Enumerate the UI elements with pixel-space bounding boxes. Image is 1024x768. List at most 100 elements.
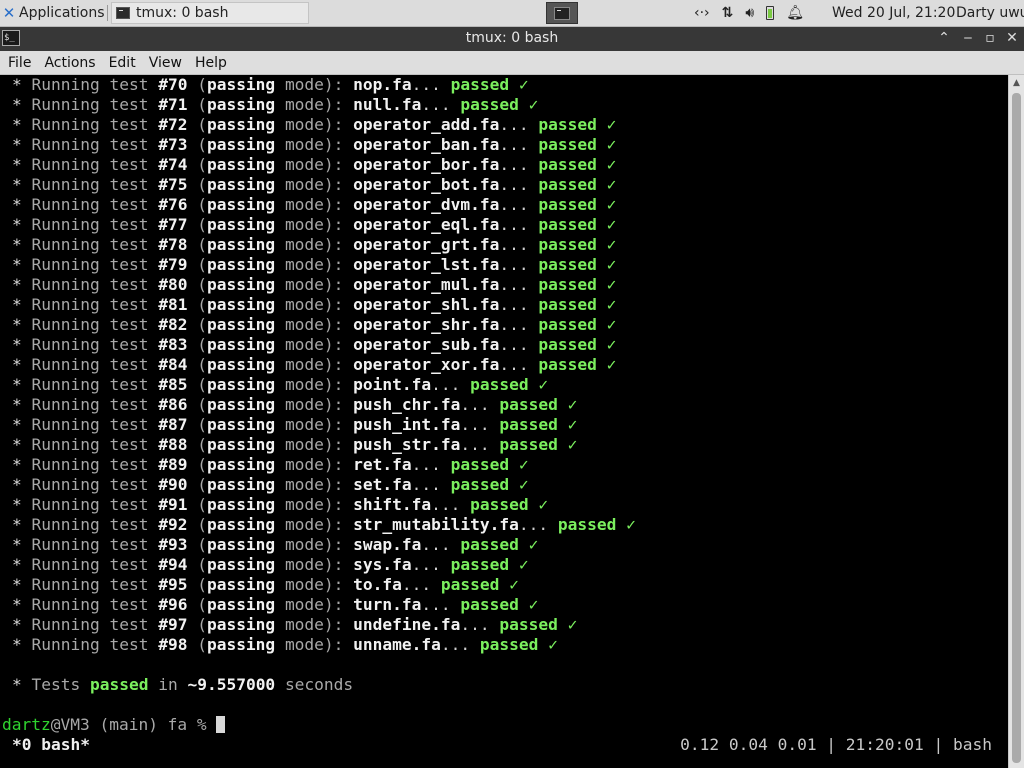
test-line: * Running test #81 (passing mode): opera… xyxy=(12,295,616,315)
mode-close: mode): xyxy=(284,75,344,94)
mode-open: ( xyxy=(197,175,207,194)
test-number: #82 xyxy=(158,315,188,334)
clock[interactable]: Wed 20 Jul, 21:20 xyxy=(832,0,955,26)
window-titlebar[interactable]: $_ tmux: 0 bash ⌃ ‒ ▫ ✕ xyxy=(0,27,1024,51)
check-icon: ✓ xyxy=(528,595,539,614)
mode-open: ( xyxy=(197,495,207,514)
bullet: * xyxy=(12,135,22,154)
mode-open: ( xyxy=(197,455,207,474)
user-menu[interactable]: Darty uwu xyxy=(956,0,1024,26)
shell-prompt[interactable]: dartz@VM3 (main) fa % xyxy=(2,715,226,735)
mode-open: ( xyxy=(197,515,207,534)
bullet: * xyxy=(12,575,22,594)
terminal-output[interactable]: * Running test #98 (passing mode): unnam… xyxy=(0,75,1008,768)
test-number: #89 xyxy=(158,455,188,474)
bullet: * xyxy=(12,475,22,494)
shade-button[interactable]: ⌃ xyxy=(933,27,955,51)
test-number: #84 xyxy=(158,355,188,374)
mode-open: ( xyxy=(197,595,207,614)
taskbar-item-tmux[interactable]: tmux: 0 bash xyxy=(111,2,309,24)
mode-close: mode): xyxy=(284,435,344,454)
volume-icon[interactable]: 🔊︎ xyxy=(745,5,754,21)
text-cursor xyxy=(216,716,226,733)
transfer-icon[interactable]: ⇅ xyxy=(722,5,734,21)
ellipsis: ... xyxy=(411,455,441,474)
maximize-button[interactable]: ▫ xyxy=(979,27,1001,51)
mode-open: ( xyxy=(197,75,207,94)
notification-bell-icon[interactable]: 🔔︎ xyxy=(786,5,804,21)
test-line: * Running test #92 (passing mode): str_m… xyxy=(12,515,636,535)
check-icon: ✓ xyxy=(518,75,529,94)
mode-open: ( xyxy=(197,375,207,394)
mode-open: ( xyxy=(197,355,207,374)
check-icon: ✓ xyxy=(548,635,558,654)
scroll-up-arrow-icon[interactable]: ▲ xyxy=(1009,75,1024,91)
mode-close: mode): xyxy=(284,575,344,594)
test-file: str_mutability.fa xyxy=(353,515,519,534)
test-status: passed xyxy=(557,515,617,534)
ellipsis: ... xyxy=(499,335,529,354)
close-button[interactable]: ✕ xyxy=(1001,27,1023,51)
test-status: passed xyxy=(538,335,597,354)
test-number: #88 xyxy=(158,435,188,454)
tmux-window-tab[interactable]: *0 bash* xyxy=(12,735,90,755)
mode-label: passing xyxy=(206,175,276,194)
workspace-terminal-button[interactable] xyxy=(546,2,578,24)
running-label: Running test xyxy=(31,455,149,474)
test-number: #81 xyxy=(158,295,188,314)
running-label: Running test xyxy=(31,355,149,374)
test-file: turn.fa xyxy=(353,595,422,614)
ellipsis: ... xyxy=(431,375,461,394)
ellipsis: ... xyxy=(411,555,441,574)
mode-close: mode): xyxy=(284,115,344,134)
test-status: passed xyxy=(499,435,558,454)
check-icon: ✓ xyxy=(606,355,617,374)
mode-label: passing xyxy=(206,335,276,354)
test-file: operator_eql.fa xyxy=(353,215,500,234)
ellipsis: ... xyxy=(440,635,471,654)
bullet: * xyxy=(12,115,22,134)
mode-open: ( xyxy=(197,295,207,314)
running-label: Running test xyxy=(31,75,149,94)
summary-seconds: seconds xyxy=(284,675,354,694)
minimize-button[interactable]: ‒ xyxy=(957,27,979,51)
battery-icon[interactable] xyxy=(766,6,775,20)
ellipsis: ... xyxy=(401,575,432,594)
running-label: Running test xyxy=(31,195,149,214)
menu-help[interactable]: Help xyxy=(190,55,232,71)
bullet: * xyxy=(12,375,22,394)
menu-edit[interactable]: Edit xyxy=(104,55,141,71)
test-file: operator_lst.fa xyxy=(353,255,500,274)
test-status: passed xyxy=(499,615,558,634)
mode-open: ( xyxy=(197,415,207,434)
applications-menu[interactable]: ✕ Applications xyxy=(2,0,105,26)
scroll-thumb[interactable] xyxy=(1012,93,1021,763)
mode-open: ( xyxy=(197,235,207,254)
menu-view[interactable]: View xyxy=(144,55,187,71)
network-icon[interactable]: ‹·› xyxy=(694,5,710,21)
check-icon: ✓ xyxy=(567,415,578,434)
test-number: #83 xyxy=(158,335,188,354)
bullet: * xyxy=(12,555,22,574)
test-number: #80 xyxy=(158,275,188,294)
test-status: passed xyxy=(479,635,539,654)
test-file: set.fa xyxy=(353,475,412,494)
check-icon: ✓ xyxy=(528,95,539,114)
test-file: operator_grt.fa xyxy=(353,235,500,254)
menu-file[interactable]: File xyxy=(3,55,36,71)
mode-label: passing xyxy=(206,355,276,374)
menu-actions[interactable]: Actions xyxy=(39,55,100,71)
mode-open: ( xyxy=(197,315,207,334)
test-file: ret.fa xyxy=(353,455,412,474)
running-label: Running test xyxy=(31,535,149,554)
check-icon: ✓ xyxy=(606,215,617,234)
mode-open: ( xyxy=(197,535,207,554)
check-icon: ✓ xyxy=(606,295,617,314)
test-file: to.fa xyxy=(353,575,402,594)
ellipsis: ... xyxy=(499,295,529,314)
mode-label: passing xyxy=(206,495,276,514)
test-status: passed xyxy=(450,75,510,94)
scrollbar[interactable]: ▲ xyxy=(1008,75,1024,768)
prompt-user: dartz xyxy=(2,715,51,734)
test-number: #93 xyxy=(158,535,188,554)
